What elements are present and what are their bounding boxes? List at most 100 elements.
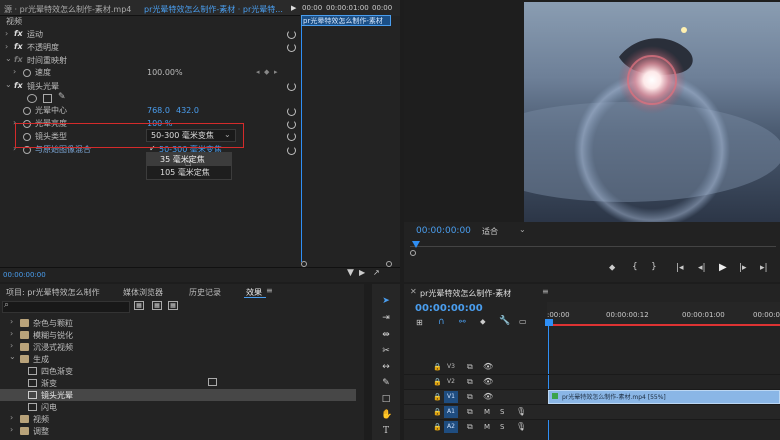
- 32bit-effects-icon[interactable]: ▦: [152, 301, 162, 310]
- fit-dropdown[interactable]: 适合: [482, 226, 498, 237]
- mark-in-icon[interactable]: {: [632, 262, 638, 272]
- mini-playhead[interactable]: [301, 26, 302, 262]
- timeline-tab[interactable]: pr光晕特效怎么制作-素材: [420, 288, 511, 299]
- opacity-expand-chevron-icon[interactable]: ›: [5, 42, 8, 51]
- eye-icon[interactable]: 👁: [483, 377, 493, 386]
- eye-icon[interactable]: 👁: [483, 362, 493, 371]
- track-label-v2[interactable]: V2: [447, 378, 455, 385]
- flare-center-reset-icon[interactable]: [287, 107, 296, 116]
- step-forward-icon[interactable]: |▸: [739, 263, 747, 273]
- rectangle-mask-icon[interactable]: [43, 94, 52, 103]
- timeline-close-icon[interactable]: ✕: [410, 287, 417, 296]
- sync-lock-icon[interactable]: ⧉: [467, 377, 473, 387]
- timeline-playhead-head[interactable]: [545, 319, 553, 326]
- ellipse-mask-icon[interactable]: [27, 94, 37, 103]
- lens-flare-label[interactable]: 镜头光晕: [27, 81, 59, 93]
- lens-type-reset-icon[interactable]: [287, 132, 296, 141]
- track-label-a1[interactable]: A1: [444, 406, 458, 418]
- tab-project[interactable]: 项目: pr光晕特效怎么制作: [6, 287, 100, 298]
- flare-brightness-reset-icon[interactable]: [287, 120, 296, 129]
- solo-icon[interactable]: S: [500, 408, 504, 416]
- next-keyframe-icon[interactable]: ▸: [274, 68, 278, 76]
- lock-icon[interactable]: 🔒: [433, 408, 442, 416]
- monitor-zoom-handle[interactable]: [410, 250, 416, 256]
- voiceover-mic-icon[interactable]: 🎙: [516, 422, 526, 431]
- prev-keyframe-icon[interactable]: ◂: [256, 68, 260, 76]
- work-area-bar[interactable]: [547, 324, 780, 326]
- eye-icon[interactable]: 👁: [483, 392, 493, 401]
- speed-stopwatch-icon[interactable]: [23, 69, 31, 77]
- step-back-icon[interactable]: ◂|: [698, 263, 706, 273]
- lock-icon[interactable]: 🔒: [433, 393, 442, 401]
- sync-lock-icon[interactable]: ⧉: [467, 362, 473, 372]
- video-frame[interactable]: [524, 2, 780, 222]
- speed-value[interactable]: 100.00%: [147, 67, 183, 79]
- tree-row-9[interactable]: › 调整: [0, 425, 356, 437]
- motion-reset-icon[interactable]: [287, 30, 296, 39]
- filter-icon[interactable]: ▼: [347, 268, 354, 278]
- pen-tool-icon[interactable]: ✎: [381, 378, 391, 388]
- razor-tool-icon[interactable]: ✂: [381, 346, 391, 356]
- accelerated-effects-icon[interactable]: ▦: [134, 301, 144, 310]
- mute-icon[interactable]: M: [484, 423, 490, 431]
- wrench-icon[interactable]: 🔧: [499, 316, 510, 326]
- tree-row-7[interactable]: 闪电: [0, 401, 356, 413]
- monitor-scrubber-track[interactable]: [410, 246, 776, 247]
- rectangle-tool-icon[interactable]: □: [381, 394, 391, 404]
- tree-row-3[interactable]: ⌄ 生成: [0, 352, 356, 365]
- tree-row-8[interactable]: › 视频: [0, 413, 356, 425]
- add-marker-icon[interactable]: ⬥: [609, 263, 615, 273]
- nest-icon[interactable]: ⊞: [416, 318, 423, 327]
- effect-controls-timecode[interactable]: 00:00:00:00: [3, 271, 46, 279]
- program-timecode[interactable]: 00:00:00:00: [416, 226, 471, 236]
- play-icon[interactable]: ▶: [719, 262, 727, 273]
- tab-media-browser[interactable]: 媒体浏览器: [123, 287, 163, 298]
- tree-row-5[interactable]: 渐变: [0, 377, 356, 389]
- motion-label[interactable]: 运动: [27, 29, 43, 41]
- export-icon[interactable]: ↗: [373, 268, 380, 277]
- add-keyframe-icon[interactable]: ◆: [264, 68, 269, 76]
- sync-lock-icon[interactable]: ⧉: [467, 392, 473, 402]
- opacity-label[interactable]: 不透明度: [27, 42, 59, 54]
- tab-history[interactable]: 历史记录: [189, 287, 221, 298]
- track-label-a2[interactable]: A2: [444, 421, 458, 433]
- pen-mask-icon[interactable]: ✎: [58, 92, 66, 102]
- effect-controls-tab[interactable]: pr光晕特效怎么制作-素材 · pr光晕特...: [144, 4, 283, 15]
- track-label-v3[interactable]: V3: [447, 363, 455, 370]
- timeline-ruler[interactable]: [547, 302, 780, 326]
- sync-lock-icon[interactable]: ⧉: [467, 407, 473, 417]
- timeline-timecode[interactable]: 00:00:00:00: [415, 303, 483, 314]
- ripple-edit-tool-icon[interactable]: ⇹: [381, 330, 391, 340]
- slip-tool-icon[interactable]: ↔: [381, 362, 391, 372]
- blend-reset-icon[interactable]: [287, 146, 296, 155]
- voiceover-mic-icon[interactable]: 🎙: [516, 407, 526, 416]
- flare-center-stopwatch-icon[interactable]: [23, 107, 31, 115]
- go-to-in-icon[interactable]: |◂: [676, 263, 684, 273]
- go-to-out-icon[interactable]: ▸|: [760, 263, 768, 273]
- add-marker-timeline-icon[interactable]: ⬥: [480, 317, 486, 327]
- solo-icon[interactable]: S: [500, 423, 504, 431]
- linked-selection-icon[interactable]: ⚯: [459, 317, 466, 326]
- fit-chevron-down-icon[interactable]: ⌄: [519, 225, 526, 234]
- time-remap-chevron-icon[interactable]: ⌄: [5, 54, 12, 63]
- lens-flare-chevron-icon[interactable]: ⌄: [5, 80, 12, 89]
- flare-center-x[interactable]: 768.0: [147, 105, 170, 117]
- speed-chevron-icon[interactable]: ›: [13, 67, 16, 76]
- yuv-effects-icon[interactable]: ▦: [168, 301, 178, 310]
- snap-icon[interactable]: ∩: [438, 317, 445, 327]
- time-remap-label[interactable]: 时间重映射: [27, 55, 67, 67]
- track-label-v1[interactable]: V1: [444, 391, 458, 403]
- flare-center-y[interactable]: 432.0: [176, 105, 199, 117]
- motion-expand-chevron-icon[interactable]: ›: [5, 29, 8, 38]
- selection-tool-icon[interactable]: ➤: [381, 296, 391, 306]
- play-only-icon[interactable]: ▶: [291, 4, 296, 12]
- source-tab[interactable]: 源 · pr光晕特效怎么制作-素材.mp4: [4, 4, 131, 15]
- tree-row-1[interactable]: › 模糊与锐化: [0, 329, 356, 341]
- opacity-reset-icon[interactable]: [287, 43, 296, 52]
- lock-icon[interactable]: 🔒: [433, 363, 442, 371]
- effects-search-input[interactable]: [2, 301, 130, 313]
- lock-icon[interactable]: 🔒: [433, 378, 442, 386]
- captions-icon[interactable]: ▭: [519, 317, 527, 326]
- type-tool-icon[interactable]: T: [381, 426, 391, 436]
- track-select-tool-icon[interactable]: ⇥: [381, 313, 391, 323]
